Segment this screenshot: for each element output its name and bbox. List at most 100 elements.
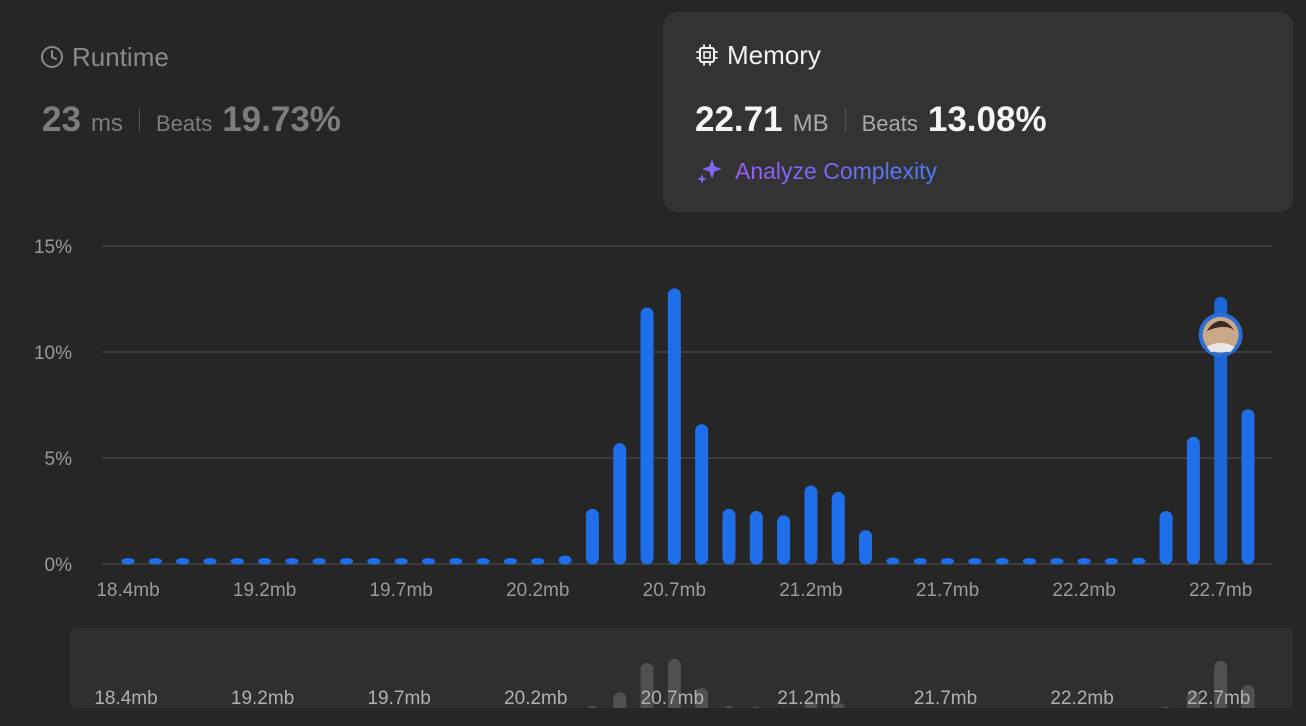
minimap-bar — [587, 706, 598, 708]
minimap-tick-label: 22.2mb — [1050, 688, 1113, 708]
bar[interactable] — [1186, 436, 1200, 565]
clock-icon — [41, 46, 63, 68]
bar[interactable] — [968, 558, 982, 565]
minimap-tick-label: 19.7mb — [367, 688, 430, 708]
x-tick-label: 20.7mb — [643, 580, 706, 601]
bar[interactable] — [749, 511, 763, 565]
minimap-tick-label: 20.7mb — [641, 688, 704, 708]
memory-stats: 22.71 MB Beats 13.08% — [695, 100, 1047, 140]
memory-divider — [844, 108, 846, 132]
bar[interactable] — [1159, 511, 1173, 565]
y-tick-label: 10% — [34, 343, 72, 364]
y-tick-label: 0% — [45, 555, 73, 576]
bar[interactable] — [1022, 558, 1036, 565]
minimap-svg[interactable]: 18.4mb 19.2mb 19.7mb 20.2mb 20.7mb 21.2mb 21.7… — [70, 628, 1293, 708]
memory-title-label: Memory — [727, 40, 821, 70]
grid-layer — [102, 245, 1272, 565]
runtime-title-label: Runtime — [72, 42, 169, 72]
minimap-tick-label: 18.4mb — [94, 688, 157, 708]
bar[interactable] — [831, 491, 845, 565]
bar[interactable] — [121, 558, 135, 565]
runtime-beats-value: 19.73% — [222, 100, 341, 139]
x-tick-label: 18.4mb — [96, 580, 159, 601]
minimap-tick-label: 21.7mb — [914, 688, 977, 708]
bar[interactable] — [230, 558, 244, 565]
bar[interactable] — [640, 307, 654, 565]
bar[interactable] — [449, 558, 463, 565]
analyze-complexity-button[interactable]: Analyze Complexity — [695, 156, 937, 186]
x-axis-labels: 18.4mb 19.2mb 19.7mb 20.2mb 20.7mb 21.2mb 21.7… — [96, 580, 1252, 601]
y-tick-label: 5% — [45, 449, 73, 470]
x-tick-label: 19.7mb — [369, 580, 432, 601]
minimap-bar — [1161, 706, 1171, 708]
memory-beats-label: Beats — [861, 111, 918, 136]
bar[interactable] — [203, 558, 217, 565]
chart-range-minimap[interactable]: 18.4mb 19.2mb 19.7mb 20.2mb 20.7mb 21.2mb 21.7… — [70, 628, 1293, 708]
bar[interactable] — [1104, 558, 1118, 565]
bar[interactable] — [421, 558, 435, 565]
analyze-complexity-label: Analyze Complexity — [735, 157, 937, 184]
bar[interactable] — [312, 558, 326, 565]
memory-unit: MB — [792, 110, 829, 137]
chart-svg: 0% 5% 10% 15% 18.4mb 19.2mb 19.7mb 20.2mb 20.7m… — [34, 237, 1272, 601]
runtime-title: Runtime — [40, 42, 169, 72]
bar[interactable] — [503, 558, 517, 565]
bar[interactable] — [558, 555, 572, 565]
bar[interactable] — [995, 558, 1009, 565]
runtime-panel[interactable]: Runtime 23 ms Beats 19.73% — [20, 14, 650, 210]
bar[interactable] — [859, 530, 873, 565]
sparkle-icon — [697, 159, 722, 184]
minimap-labels: 18.4mb 19.2mb 19.7mb 20.2mb 20.7mb 21.2mb 21.7… — [94, 688, 1250, 708]
memory-title: Memory — [695, 40, 821, 70]
x-tick-label: 22.7mb — [1189, 580, 1252, 601]
minimap-tick-label: 20.2mb — [504, 688, 567, 708]
bar[interactable] — [531, 558, 545, 565]
x-tick-label: 21.7mb — [916, 580, 979, 601]
bar[interactable] — [285, 558, 299, 565]
bar[interactable] — [1077, 558, 1091, 565]
bar[interactable] — [176, 558, 190, 565]
x-tick-label: 19.2mb — [233, 580, 296, 601]
bar[interactable] — [913, 558, 927, 565]
marker-layer[interactable] — [1198, 312, 1243, 357]
bar[interactable] — [148, 558, 162, 565]
y-tick-label: 15% — [34, 237, 72, 258]
bar[interactable] — [1241, 409, 1255, 565]
y-axis-labels: 0% 5% 10% 15% — [34, 237, 72, 576]
bar[interactable] — [886, 557, 900, 565]
bar[interactable] — [941, 558, 955, 565]
memory-distribution-chart: 0% 5% 10% 15% 18.4mb 19.2mb 19.7mb 20.2mb 20.7m… — [0, 226, 1306, 626]
minimap-tick-label: 22.7mb — [1187, 688, 1250, 708]
your-submission-avatar[interactable] — [1198, 312, 1243, 357]
minimap-bar — [724, 706, 734, 708]
memory-value: 22.71 — [695, 100, 783, 139]
bars-layer — [121, 288, 1255, 565]
bar[interactable] — [476, 558, 490, 565]
bar[interactable] — [258, 558, 272, 565]
bar[interactable] — [613, 443, 627, 565]
chip-icon — [696, 44, 718, 66]
bar[interactable] — [777, 515, 791, 565]
bar[interactable] — [695, 424, 709, 565]
bar[interactable] — [722, 508, 736, 565]
runtime-value: 23 — [42, 100, 81, 139]
minimap-bar — [752, 706, 761, 708]
minimap-bar — [613, 692, 627, 708]
bar[interactable] — [1050, 558, 1064, 565]
bar[interactable] — [1132, 557, 1146, 565]
bar[interactable] — [394, 558, 408, 565]
bar[interactable] — [804, 485, 818, 565]
bar[interactable] — [667, 288, 681, 565]
x-tick-label: 21.2mb — [779, 580, 842, 601]
x-tick-label: 22.2mb — [1052, 580, 1115, 601]
memory-panel[interactable]: Memory 22.71 MB Beats 13.08% Analyze Com… — [663, 12, 1293, 212]
bar[interactable] — [367, 558, 381, 565]
runtime-beats-label: Beats — [155, 111, 213, 136]
bar[interactable] — [340, 558, 354, 565]
runtime-divider — [138, 108, 140, 132]
bar[interactable] — [585, 508, 599, 565]
runtime-stats: 23 ms Beats 19.73% — [42, 100, 341, 140]
runtime-unit: ms — [90, 110, 123, 137]
memory-beats-value: 13.08% — [927, 100, 1047, 139]
minimap-tick-label: 21.2mb — [777, 688, 840, 708]
